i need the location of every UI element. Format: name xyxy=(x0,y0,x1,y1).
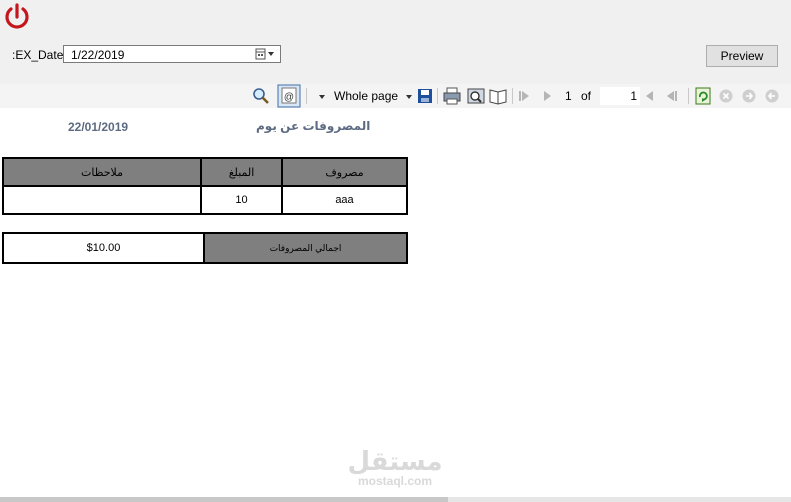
amount-header: المبلغ xyxy=(200,157,283,187)
scrollbar-thumb[interactable] xyxy=(0,497,448,502)
ex-date-value: 1/22/2019 xyxy=(71,48,125,62)
stop-icon[interactable] xyxy=(718,84,734,108)
report-date: 22/01/2019 xyxy=(68,120,129,134)
table-row: 10 aaa xyxy=(2,185,408,215)
notes-cell xyxy=(2,185,202,215)
ex-date-picker[interactable]: 1/22/2019 xyxy=(63,45,281,63)
watermark-latin: mostaql.com xyxy=(357,474,432,488)
amount-cell: 10 xyxy=(200,185,283,215)
watermark: مستقل mostaql.com xyxy=(345,448,445,488)
print-preview-icon[interactable] xyxy=(466,84,486,108)
toolbar-separator xyxy=(437,88,438,104)
power-icon[interactable] xyxy=(0,2,34,34)
calendar-dropdown-icon[interactable] xyxy=(254,47,278,61)
first-page-icon[interactable] xyxy=(517,84,531,108)
svg-text:@: @ xyxy=(284,92,294,103)
print-icon[interactable] xyxy=(442,84,462,108)
forward-icon[interactable] xyxy=(741,84,757,108)
back-icon[interactable] xyxy=(764,84,780,108)
expenses-table: ملاحظات المبلغ مصروف 10 aaa xyxy=(2,157,408,215)
save-icon[interactable] xyxy=(416,84,434,108)
search-icon[interactable] xyxy=(251,84,271,108)
report-title: المصروفات عن يوم xyxy=(256,119,371,133)
refresh-icon[interactable] xyxy=(694,84,712,108)
total-pages-value: 1 xyxy=(630,89,637,103)
zoom-dropdown-icon[interactable] xyxy=(317,84,327,108)
table-header-row: ملاحظات المبلغ مصروف xyxy=(2,157,408,187)
zoom-dropdown-arrow-icon[interactable] xyxy=(404,84,414,108)
of-label: of xyxy=(581,89,592,103)
expense-cell: aaa xyxy=(281,185,408,215)
total-pages-field[interactable]: 1 xyxy=(600,87,640,105)
email-icon[interactable]: @ xyxy=(277,84,301,108)
last-page-icon[interactable] xyxy=(665,84,679,108)
report-page: 22/01/2019 المصروفات عن يوم ملاحظات المب… xyxy=(0,108,791,502)
zoom-select[interactable]: Whole page xyxy=(334,89,398,103)
total-label: اجمالي المصروفات xyxy=(203,232,408,264)
toolbar-separator xyxy=(512,88,513,104)
horizontal-scrollbar[interactable] xyxy=(0,497,791,502)
current-page-number[interactable]: 1 xyxy=(565,89,572,103)
top-panel: :EX_Date 1/22/2019 Preview xyxy=(0,0,791,84)
page-layout-icon[interactable] xyxy=(488,84,508,108)
total-table: $10.00 اجمالي المصروفات xyxy=(2,232,408,264)
next-page-icon[interactable] xyxy=(643,84,657,108)
previous-page-icon[interactable] xyxy=(540,84,554,108)
total-value: $10.00 xyxy=(2,232,205,264)
watermark-arabic: مستقل xyxy=(347,446,443,476)
report-viewer-toolbar: @ Whole page 1 of 1 xyxy=(0,84,791,109)
toolbar-separator xyxy=(688,88,689,104)
total-row: $10.00 اجمالي المصروفات xyxy=(2,232,408,264)
ex-date-label: :EX_Date xyxy=(12,48,64,62)
expense-header: مصروف xyxy=(281,157,408,187)
preview-button[interactable]: Preview xyxy=(706,45,778,67)
notes-header: ملاحظات xyxy=(2,157,202,187)
toolbar-separator xyxy=(306,88,307,104)
